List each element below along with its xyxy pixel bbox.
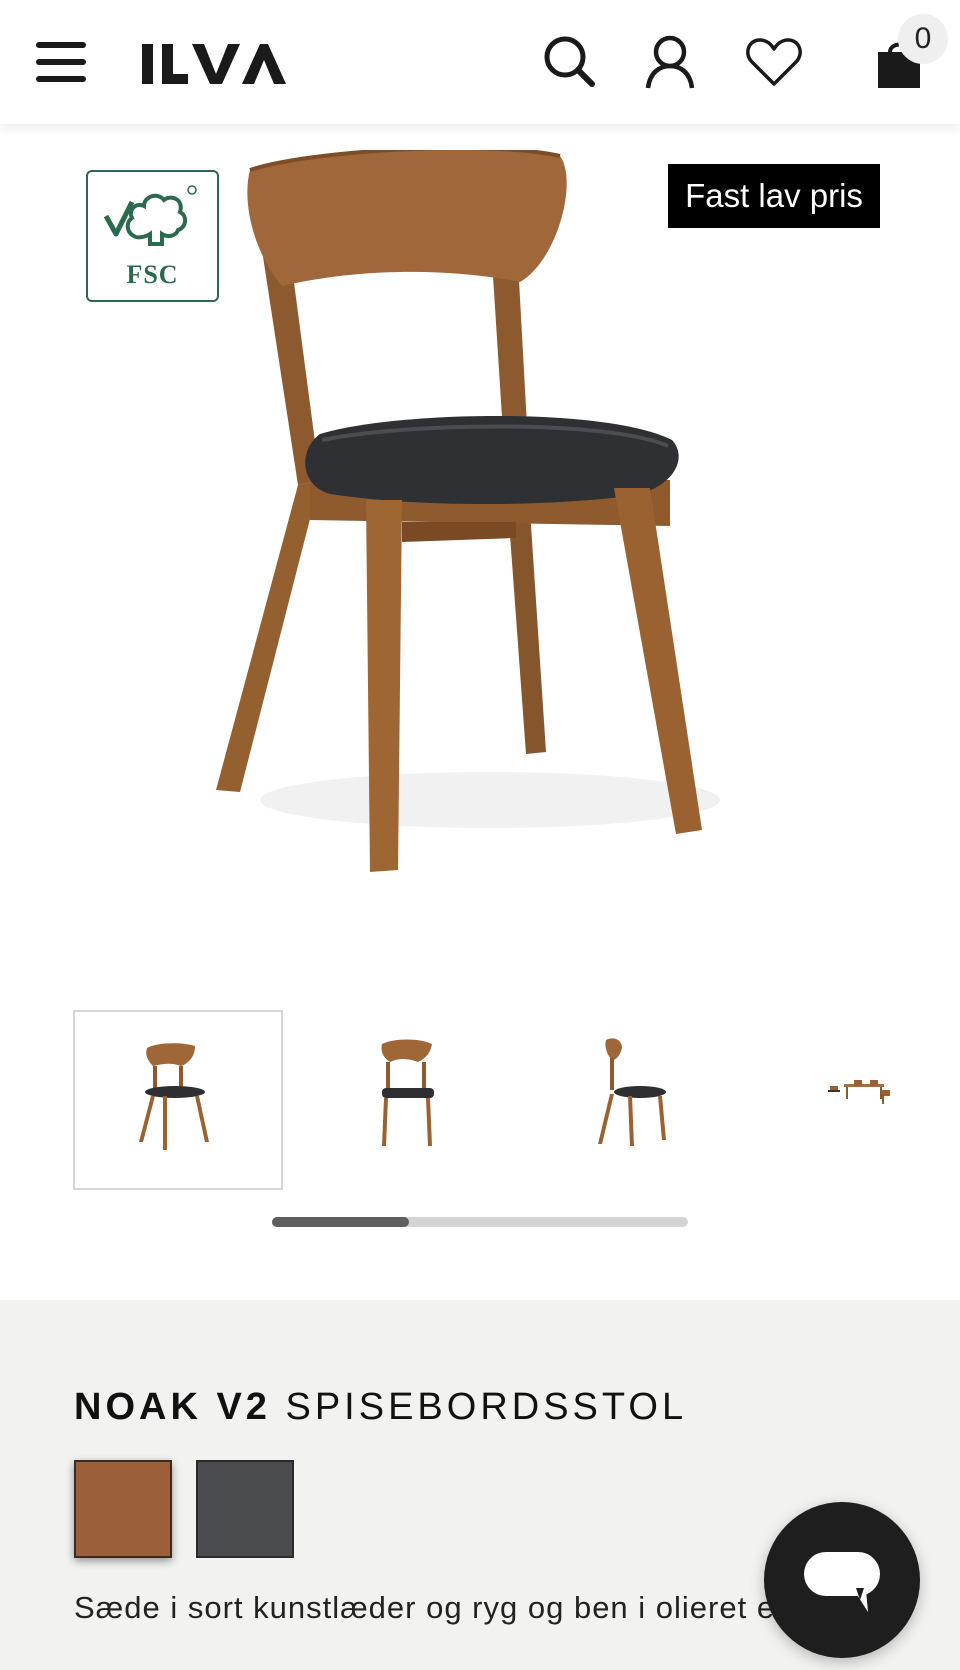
- account-icon[interactable]: [640, 32, 700, 92]
- thumbnail-chair-angled: [139, 1043, 209, 1150]
- gallery-scrollbar[interactable]: [272, 1217, 688, 1227]
- gallery-thumbnail[interactable]: [73, 1010, 283, 1190]
- product-description: Sæde i sort kunstlæder og ryg og ben i o…: [74, 1590, 794, 1625]
- thumbnail-chair-side: [598, 1038, 666, 1146]
- product-title: NOAK V2 SPISEBORDSSTOL: [74, 1386, 687, 1429]
- product-main-image[interactable]: [190, 150, 790, 910]
- gallery-thumbnail[interactable]: [758, 1010, 960, 1190]
- heart-icon[interactable]: [744, 32, 804, 92]
- product-name: NOAK V2: [74, 1386, 271, 1428]
- product-type: SPISEBORDSSTOL: [285, 1386, 688, 1428]
- thumbnail-chair-front: [381, 1039, 434, 1146]
- menu-icon[interactable]: [36, 42, 86, 86]
- gallery-scrollbar-thumb[interactable]: [272, 1217, 410, 1227]
- site-header: 0: [0, 0, 960, 124]
- ilva-logo[interactable]: [142, 38, 292, 90]
- color-swatch-oak[interactable]: [74, 1460, 172, 1558]
- cart-count-badge[interactable]: 0: [898, 14, 948, 64]
- search-icon[interactable]: [540, 32, 600, 92]
- chat-bubble-icon: [804, 1552, 880, 1612]
- thumbnail-dining-scene: [828, 1080, 890, 1104]
- gallery-thumbnail[interactable]: [530, 1010, 740, 1190]
- gallery-thumbnail[interactable]: [302, 1010, 512, 1190]
- color-swatch-grey[interactable]: [196, 1460, 294, 1558]
- chat-button[interactable]: [764, 1502, 920, 1658]
